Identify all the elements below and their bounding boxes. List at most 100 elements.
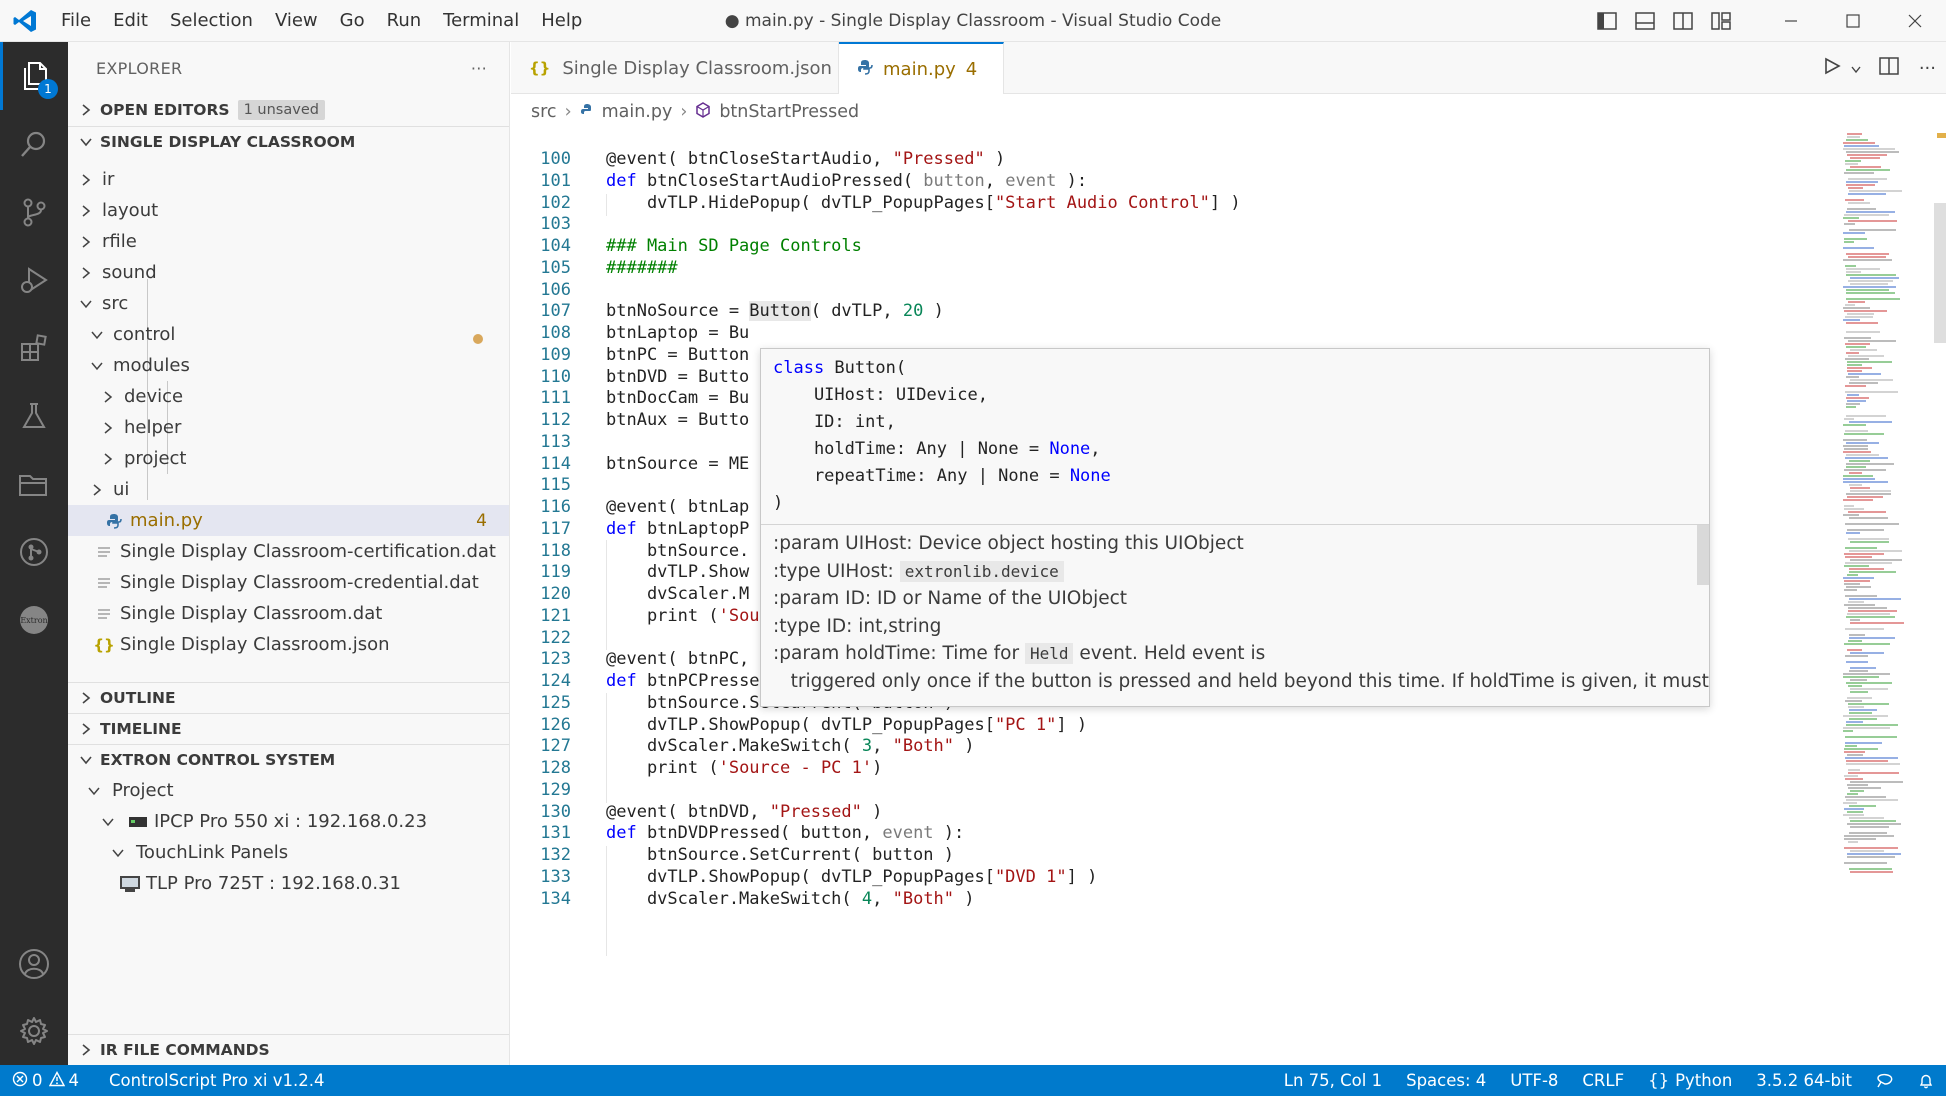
outline-section[interactable]: OUTLINE [68, 682, 509, 713]
tree-folder-ir[interactable]: ir [68, 164, 509, 195]
minimap-line [1846, 184, 1875, 186]
indentation[interactable]: Spaces: 4 [1394, 1071, 1498, 1090]
search-icon[interactable] [0, 110, 68, 178]
chevron-down-icon [108, 848, 128, 858]
accounts-icon[interactable] [0, 930, 68, 998]
extensions-icon[interactable] [0, 314, 68, 382]
notifications-bell-icon[interactable] [1906, 1073, 1946, 1089]
feedback-icon[interactable] [1864, 1073, 1906, 1089]
chevron-right-icon [76, 235, 96, 249]
split-editor-icon[interactable] [1879, 57, 1899, 79]
extron-logo-icon[interactable]: Extron [0, 586, 68, 654]
explorer-header: EXPLORER ··· [68, 42, 509, 94]
breadcrumb-file[interactable]: main.py [602, 102, 673, 122]
breadcrumb-folder[interactable]: src [531, 102, 557, 122]
tree-folder-modules[interactable]: modules [68, 350, 509, 381]
menu-selection[interactable]: Selection [159, 0, 264, 42]
tree-folder-layout[interactable]: layout [68, 195, 509, 226]
line-number: 114 [540, 454, 571, 474]
error-count: 0 [32, 1071, 43, 1090]
menu-view[interactable]: View [264, 0, 329, 42]
tree-file-credential-dat[interactable]: Single Display Classroom-credential.dat [68, 567, 509, 598]
tree-file-classroom-json[interactable]: {} Single Display Classroom.json [68, 629, 509, 660]
language-mode[interactable]: {} Python [1636, 1071, 1744, 1090]
encoding[interactable]: UTF-8 [1498, 1071, 1570, 1090]
extron-project[interactable]: Project [68, 775, 509, 806]
tooltip-scrollbar[interactable] [1697, 525, 1709, 585]
minimap[interactable] [1821, 133, 1931, 1065]
minimap-line [1846, 376, 1859, 378]
minimap-line [1846, 181, 1878, 183]
folder-icon[interactable] [0, 450, 68, 518]
maximize-icon[interactable] [1822, 0, 1884, 42]
tree-file-classroom-dat[interactable]: Single Display Classroom.dat [68, 598, 509, 629]
python-interpreter[interactable]: 3.5.2 64-bit [1744, 1071, 1864, 1090]
menu-edit[interactable]: Edit [102, 0, 159, 42]
tree-folder-sound[interactable]: sound [68, 257, 509, 288]
breadcrumb-symbol[interactable]: btnStartPressed [719, 102, 859, 122]
vertical-scrollbar[interactable] [1931, 133, 1946, 1065]
testing-icon[interactable] [0, 382, 68, 450]
extron-panel[interactable]: TLP Pro 725T : 192.168.0.31 [68, 868, 509, 899]
code-line: btnDocCam = Bu [606, 388, 750, 408]
cursor-position[interactable]: Ln 75, Col 1 [1272, 1071, 1394, 1090]
run-python-icon[interactable] [1823, 57, 1841, 79]
scrollbar-thumb[interactable] [1934, 203, 1946, 343]
minimap-line [1845, 655, 1868, 657]
tree-folder-rfile[interactable]: rfile [68, 226, 509, 257]
explorer-icon[interactable]: 1 [0, 42, 68, 110]
line-ending[interactable]: CRLF [1570, 1071, 1636, 1090]
code-line: print ('Source - PC 1') [606, 758, 883, 778]
scroll-marker [1937, 133, 1946, 138]
extension-status[interactable]: ControlScript Pro xi v1.2.4 [97, 1071, 337, 1090]
minimap-line [1846, 442, 1879, 444]
tab-classroom-json[interactable]: {} Single Display Classroom.json [511, 42, 839, 94]
code-line: btnSource. [606, 541, 750, 561]
minimize-icon[interactable] [1760, 0, 1822, 42]
settings-gear-icon[interactable] [0, 997, 68, 1065]
menu-go[interactable]: Go [329, 0, 376, 42]
problems-status[interactable]: 0 4 [0, 1070, 91, 1091]
minimap-line [1848, 280, 1893, 282]
open-editors-section[interactable]: OPEN EDITORS 1 unsaved [68, 94, 509, 125]
tree-file-certification-dat[interactable]: Single Display Classroom-certification.d… [68, 536, 509, 567]
tree-folder-project[interactable]: project [68, 443, 509, 474]
minimap-line [1845, 628, 1884, 630]
toggle-panel-icon[interactable] [1626, 0, 1664, 42]
toggle-sidebar-icon[interactable] [1588, 0, 1626, 42]
workspace-section[interactable]: SINGLE DISPLAY CLASSROOM [68, 126, 509, 157]
minimap-line [1843, 148, 1895, 150]
timeline-section[interactable]: TIMELINE [68, 713, 509, 744]
extron-deploy-icon[interactable] [0, 518, 68, 586]
tree-folder-control[interactable]: control [68, 319, 509, 350]
menu-run[interactable]: Run [376, 0, 433, 42]
minimap-line [1843, 259, 1892, 261]
chevron-down-icon[interactable] [1851, 59, 1861, 78]
minimap-line [1846, 298, 1900, 300]
minimap-line [1844, 418, 1854, 420]
source-control-icon[interactable] [0, 178, 68, 246]
explorer-more-actions[interactable]: ··· [471, 59, 487, 78]
extron-touchlink-panels[interactable]: TouchLink Panels [68, 837, 509, 868]
tree-folder-src[interactable]: src [68, 288, 509, 319]
minimap-line [1849, 670, 1868, 672]
customize-layout-icon[interactable] [1702, 0, 1740, 42]
extron-controller[interactable]: IPCP Pro 550 xi : 192.168.0.23 [68, 806, 509, 837]
tree-label: Single Display Classroom.json [120, 634, 390, 655]
tab-main-py[interactable]: main.py 4 [839, 42, 1004, 94]
tree-folder-device[interactable]: device [68, 381, 509, 412]
menu-file[interactable]: File [50, 0, 102, 42]
menu-help[interactable]: Help [530, 0, 593, 42]
tree-folder-ui[interactable]: ui [68, 474, 509, 505]
minimap-line [1845, 742, 1882, 744]
menu-terminal[interactable]: Terminal [432, 0, 530, 42]
toggle-secondary-sidebar-icon[interactable] [1664, 0, 1702, 42]
ir-commands-section[interactable]: IR FILE COMMANDS [68, 1034, 509, 1065]
extron-section[interactable]: EXTRON CONTROL SYSTEM [68, 744, 509, 775]
minimap-line [1843, 247, 1874, 249]
tree-folder-helper[interactable]: helper [68, 412, 509, 443]
run-and-debug-icon[interactable] [0, 246, 68, 314]
tree-file-main-py[interactable]: main.py 4 [68, 505, 509, 536]
more-actions-icon[interactable]: ··· [1919, 58, 1936, 79]
close-icon[interactable] [1884, 0, 1946, 42]
